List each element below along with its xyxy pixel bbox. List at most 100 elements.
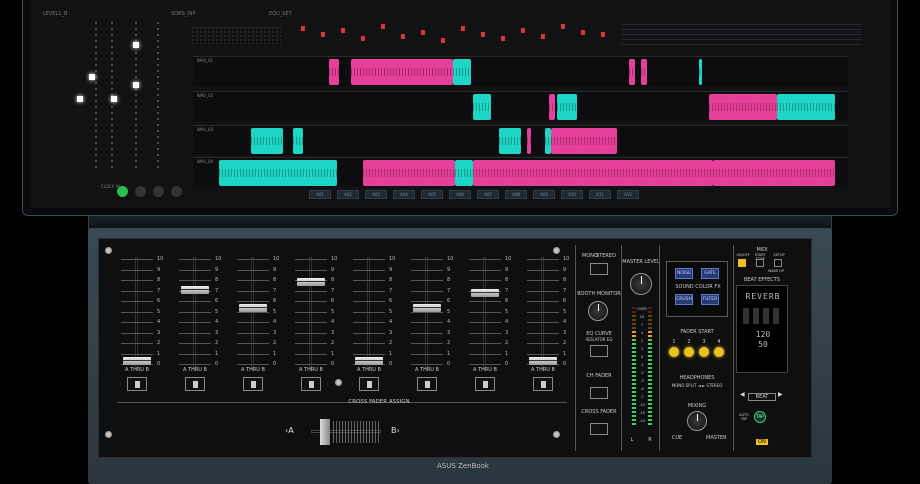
audio-clip[interactable]	[709, 94, 777, 120]
booth-monitor-knob[interactable]	[588, 301, 608, 321]
audio-clip[interactable]	[473, 160, 713, 186]
master-level-knob[interactable]	[630, 273, 652, 295]
channel-fader-knob[interactable]	[123, 356, 151, 365]
fx-crush-button[interactable]: CRUSH	[675, 294, 693, 305]
eq-marker[interactable]	[381, 24, 385, 29]
track-row[interactable]: WAV_03	[193, 125, 848, 155]
eq-marker[interactable]	[541, 34, 545, 39]
transport-button[interactable]: A09	[533, 190, 555, 199]
beat-right-icon[interactable]: ▶	[778, 391, 784, 399]
ch-fader-curve-switch[interactable]	[590, 387, 608, 399]
midi-startstop-button[interactable]	[756, 259, 764, 267]
stop-indicator-icon[interactable]	[135, 186, 146, 197]
beat-fx-on-button[interactable]: ON	[756, 439, 768, 445]
audio-clip[interactable]	[329, 59, 339, 85]
mono-stereo-switch[interactable]	[590, 263, 608, 275]
track-row[interactable]: WAV_01	[193, 56, 848, 86]
audio-clip[interactable]	[557, 94, 577, 120]
audio-clip[interactable]	[351, 59, 453, 85]
crossfader-assign-switch[interactable]	[243, 377, 263, 391]
crossfader-assign-switch[interactable]	[359, 377, 379, 391]
fader-start-button-1[interactable]	[669, 347, 679, 357]
play-indicator-icon[interactable]	[117, 186, 128, 197]
fader-start-button-3[interactable]	[699, 347, 709, 357]
crossfader-assign-switch[interactable]	[475, 377, 495, 391]
eq-marker[interactable]	[421, 30, 425, 35]
transport-button[interactable]: A03	[365, 190, 387, 199]
eq-marker[interactable]	[361, 36, 365, 41]
eq-marker[interactable]	[461, 26, 465, 31]
transport-button[interactable]: A12	[617, 190, 639, 199]
crossfader-knob[interactable]	[320, 419, 330, 445]
transport-button[interactable]: A04	[393, 190, 415, 199]
channel-fader-knob[interactable]	[297, 278, 325, 286]
audio-clip[interactable]	[293, 128, 303, 154]
audio-clip[interactable]	[713, 160, 835, 186]
crossfader-assign-switch[interactable]	[417, 377, 437, 391]
midi-setup-button[interactable]	[774, 259, 782, 267]
eq-marker[interactable]	[481, 32, 485, 37]
eq-marker[interactable]	[561, 24, 565, 29]
record-indicator-icon[interactable]	[153, 186, 164, 197]
audio-clip[interactable]	[363, 160, 455, 186]
audio-clip[interactable]	[641, 59, 647, 85]
eq-marker[interactable]	[401, 34, 405, 39]
eq-marker[interactable]	[501, 36, 505, 41]
audio-clip[interactable]	[251, 128, 283, 154]
audio-clip[interactable]	[453, 59, 471, 85]
audio-clip[interactable]	[527, 128, 531, 154]
crossfader-assign-switch[interactable]	[185, 377, 205, 391]
audio-clip[interactable]	[219, 160, 337, 186]
channel-fader-knob[interactable]	[181, 286, 209, 295]
eq-marker[interactable]	[301, 26, 305, 31]
transport-button[interactable]: A10	[561, 190, 583, 199]
fx-filter-button[interactable]: FILTER	[701, 294, 719, 305]
cross-fader-curve-switch[interactable]	[590, 423, 608, 435]
fader-start-button-2[interactable]	[684, 347, 694, 357]
beat-left-icon[interactable]: ◀	[740, 391, 746, 399]
fx-gate-button[interactable]: GATE	[701, 268, 719, 279]
transport-button[interactable]: A11	[589, 190, 611, 199]
eq-marker[interactable]	[321, 32, 325, 37]
transport-button[interactable]: A08	[505, 190, 527, 199]
transport-button[interactable]: A05	[421, 190, 443, 199]
track-row[interactable]: WAV_04	[193, 157, 848, 187]
midi-onoff-button[interactable]	[738, 259, 746, 267]
crossfader-assign-switch[interactable]	[301, 377, 321, 391]
channel-fader-knob[interactable]	[355, 356, 383, 365]
loop-indicator-icon[interactable]	[171, 186, 182, 197]
beat-button[interactable]: BEAT	[748, 393, 776, 401]
audio-clip[interactable]	[455, 160, 473, 186]
crossfader-assign-switch[interactable]	[533, 377, 553, 391]
track-row[interactable]: WAV_02	[193, 91, 848, 121]
transport-button[interactable]: A07	[477, 190, 499, 199]
eq-marker[interactable]	[441, 38, 445, 43]
transport-button[interactable]: A01	[309, 190, 331, 199]
audio-clip[interactable]	[551, 128, 617, 154]
channel-fader-knob[interactable]	[239, 304, 267, 313]
eq-marker[interactable]	[341, 28, 345, 33]
crossfader[interactable]	[311, 417, 381, 447]
transport-button[interactable]: A02	[337, 190, 359, 199]
audio-clip[interactable]	[699, 59, 702, 85]
eq-marker[interactable]	[581, 30, 585, 35]
transport-button[interactable]: A06	[449, 190, 471, 199]
audio-clip[interactable]	[473, 94, 491, 120]
fader-scale-label: 1	[273, 350, 277, 357]
channel-fader-knob[interactable]	[529, 356, 557, 365]
tap-button[interactable]: TAP	[754, 411, 766, 423]
channel-fader-knob[interactable]	[471, 288, 499, 297]
fader-tick	[121, 332, 153, 334]
crossfader-assign-switch[interactable]	[127, 377, 147, 391]
eq-curve-switch[interactable]	[590, 345, 608, 357]
fx-noise-button[interactable]: NOISE	[675, 268, 693, 279]
eq-marker[interactable]	[601, 32, 605, 37]
audio-clip[interactable]	[777, 94, 835, 120]
channel-fader-knob[interactable]	[413, 304, 441, 313]
headphones-mixing-knob[interactable]	[687, 411, 707, 431]
audio-clip[interactable]	[549, 94, 555, 120]
eq-marker[interactable]	[521, 28, 525, 33]
audio-clip[interactable]	[499, 128, 521, 154]
fader-start-button-4[interactable]	[714, 347, 724, 357]
audio-clip[interactable]	[629, 59, 635, 85]
